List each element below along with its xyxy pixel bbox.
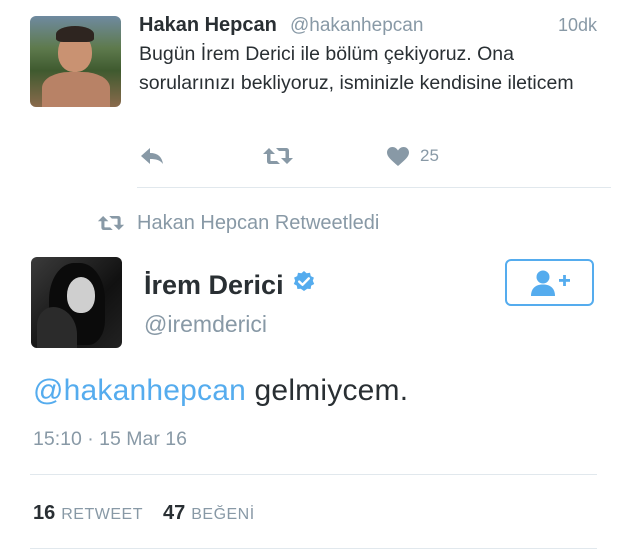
divider: [30, 474, 597, 475]
mention-link[interactable]: @hakanhepcan: [33, 374, 246, 407]
author-handle[interactable]: @hakanhepcan: [290, 15, 423, 37]
reply-button[interactable]: [139, 142, 165, 170]
reply-icon: [141, 148, 163, 164]
tweet-time[interactable]: 10dk: [558, 15, 597, 36]
add-user-icon: [530, 270, 570, 296]
like-label[interactable]: BEĞENİ: [191, 506, 254, 524]
avatar-hair: [56, 26, 94, 42]
divider: [137, 187, 611, 188]
divider: [30, 548, 597, 549]
avatar-face: [67, 277, 95, 313]
like-count: 25: [420, 146, 439, 165]
verified-badge-icon: [292, 270, 316, 301]
avatar[interactable]: [31, 257, 122, 348]
retweet-context[interactable]: Hakan Hepcan Retweetledi: [97, 208, 379, 238]
author-name[interactable]: İrem Derici: [144, 270, 284, 301]
tweet-body: gelmiycem.: [246, 374, 409, 407]
tweet-actions: 25: [139, 142, 469, 170]
tweet-stats: 16 RETWEET 47 BEĞENİ: [33, 502, 275, 525]
retweet-context-label: Hakan Hepcan Retweetledi: [137, 211, 380, 234]
like-count[interactable]: 47: [163, 502, 185, 525]
tweet-hakan[interactable]: Hakan Hepcan @hakanhepcan 10dk Bugün İre…: [0, 0, 635, 188]
author-name[interactable]: Hakan Hepcan: [139, 14, 277, 37]
author-name-row[interactable]: İrem Derici: [144, 270, 316, 301]
retweet-icon: [263, 148, 293, 164]
avatar[interactable]: [30, 16, 121, 107]
avatar-body: [42, 72, 110, 107]
like-button[interactable]: 25: [386, 142, 439, 170]
heart-icon: [387, 146, 409, 166]
tweet-text: @hakanhepcan gelmiycem.: [33, 374, 408, 408]
retweet-icon: [97, 216, 125, 230]
retweet-button[interactable]: [262, 142, 294, 170]
tweet-timestamp[interactable]: 15:10 · 15 Mar 16: [33, 428, 187, 451]
tweet-text: Bugün İrem Derici ile bölüm çekiyoruz. O…: [139, 43, 574, 94]
follow-button[interactable]: [505, 259, 594, 306]
author-handle[interactable]: @iremderici: [144, 311, 267, 338]
retweet-count[interactable]: 16: [33, 502, 55, 525]
retweet-label[interactable]: RETWEET: [61, 506, 143, 524]
